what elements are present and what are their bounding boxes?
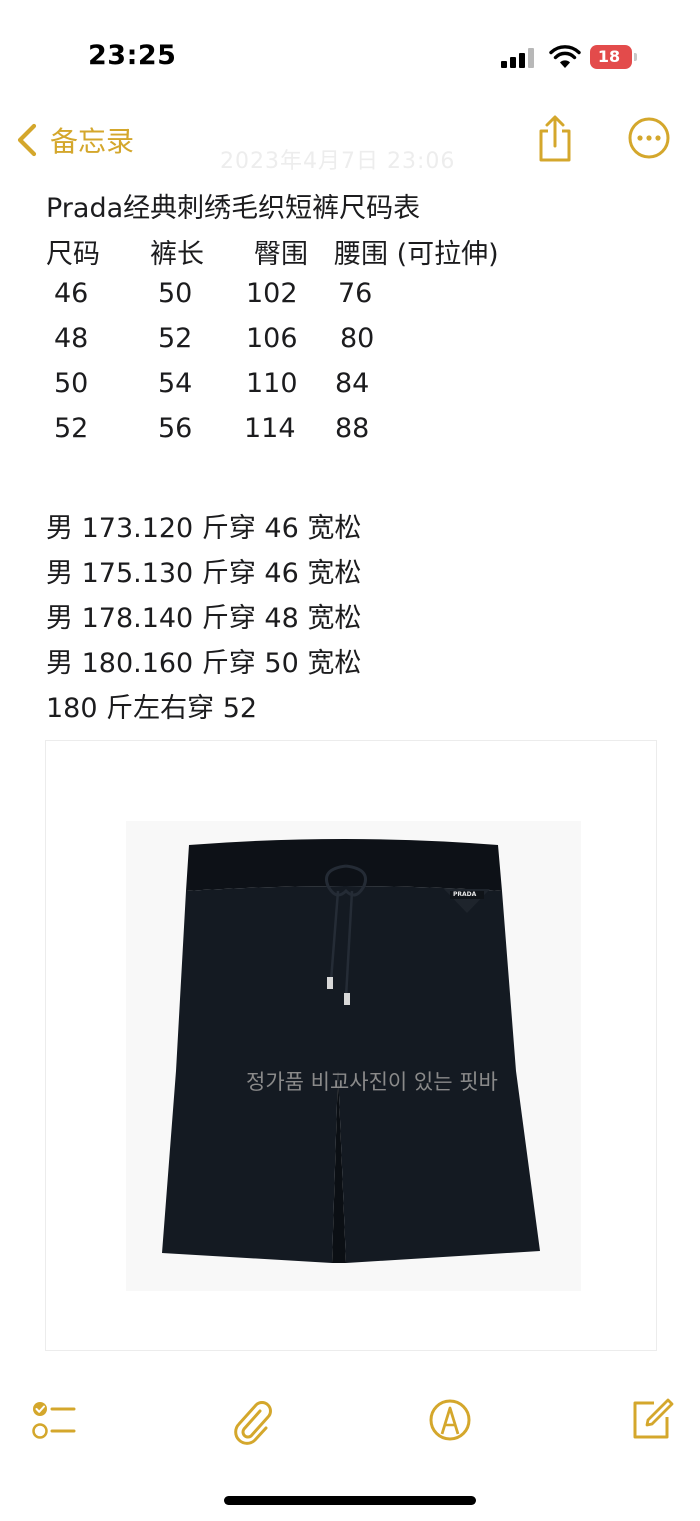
brand-logo: PRADA [453, 891, 477, 898]
shorts-image [126, 821, 581, 1291]
markup-icon[interactable] [425, 1395, 475, 1445]
table-cell: 48 [54, 323, 89, 354]
table-cell: 80 [340, 323, 375, 354]
table-cell: 52 [158, 323, 193, 354]
wifi-icon [549, 45, 581, 68]
header-waist: 腰围 (可拉伸) [334, 239, 499, 270]
battery-level: 18 [597, 47, 621, 66]
chevron-left-icon [17, 123, 37, 157]
table-cell: 106 [246, 323, 298, 354]
cellular-signal-icon [501, 48, 539, 68]
table-cell: 102 [246, 278, 298, 309]
table-cell: 56 [158, 413, 193, 444]
image-watermark: 정가품 비교사진이 있는 핏바 [246, 1070, 498, 1094]
home-indicator[interactable] [224, 1496, 476, 1505]
list-item: 男 178.140 斤穿 48 宽松 [46, 603, 362, 634]
note-date: 2023年4月7日 23:06 [220, 149, 456, 174]
checklist-icon[interactable] [30, 1395, 80, 1445]
header-hip: 臀围 [254, 239, 308, 270]
table-cell: 50 [158, 278, 193, 309]
product-image-attachment[interactable]: PRADA 정가품 비교사진이 있는 핏바 [45, 740, 657, 1351]
table-cell: 46 [54, 278, 89, 309]
back-button[interactable]: 备忘录 [14, 118, 134, 162]
table-cell: 84 [335, 368, 370, 399]
list-item: 男 180.160 斤穿 50 宽松 [46, 648, 362, 679]
share-icon[interactable] [535, 114, 575, 164]
table-cell: 76 [338, 278, 373, 309]
bottom-toolbar [0, 1395, 700, 1455]
table-cell: 114 [244, 413, 296, 444]
list-item: 男 173.120 斤穿 46 宽松 [46, 513, 362, 544]
status-time: 23:25 [88, 40, 177, 71]
list-item: 180 斤左右穿 52 [46, 693, 258, 724]
paperclip-icon[interactable] [228, 1395, 278, 1445]
table-cell: 54 [158, 368, 193, 399]
back-label: 备忘录 [50, 125, 135, 158]
more-icon[interactable] [627, 116, 671, 160]
compose-icon[interactable] [626, 1395, 676, 1445]
list-item: 男 175.130 斤穿 46 宽松 [46, 558, 362, 589]
status-bar: 23:25 18 [0, 0, 700, 110]
header-length: 裤长 [150, 239, 204, 270]
header-size: 尺码 [46, 239, 100, 270]
table-cell: 52 [54, 413, 89, 444]
battery-icon: 18 [590, 45, 638, 69]
table-cell: 110 [246, 368, 298, 399]
table-cell: 50 [54, 368, 89, 399]
note-title: Prada经典刺绣毛织短裤尺码表 [46, 193, 421, 224]
table-cell: 88 [335, 413, 370, 444]
